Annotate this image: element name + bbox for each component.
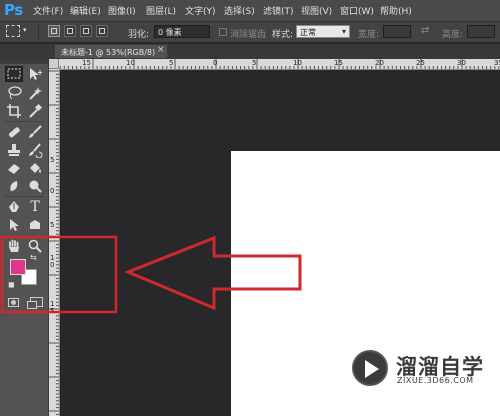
ruler-label: 1 5 bbox=[50, 300, 55, 315]
dodge-icon[interactable] bbox=[26, 178, 44, 194]
height-input[interactable] bbox=[467, 25, 495, 38]
menu-layer[interactable]: 图层(L) bbox=[146, 4, 176, 17]
shape-icon[interactable] bbox=[26, 217, 44, 233]
swap-dimensions-icon[interactable]: ⇄ bbox=[421, 25, 429, 36]
rect-marquee-preset-icon[interactable] bbox=[6, 25, 20, 37]
ruler-label: 25 bbox=[416, 59, 425, 67]
ruler-label: 5 bbox=[169, 59, 174, 67]
default-colors-icon[interactable]: ◼ bbox=[8, 280, 15, 289]
menu-help[interactable]: 帮助(H) bbox=[380, 4, 412, 17]
lasso-icon[interactable] bbox=[5, 85, 23, 101]
ruler-label: 5 bbox=[50, 156, 55, 164]
history-brush-icon[interactable] bbox=[26, 142, 44, 159]
antialias-label: 消除锯齿 bbox=[230, 30, 267, 40]
menu-bar: Ps 文件(F) 编辑(E) 图像(I) 图层(L) 文字(Y) 选择(S) 滤… bbox=[0, 0, 500, 22]
menu-type[interactable]: 文字(Y) bbox=[185, 4, 216, 17]
width-label: 宽度: bbox=[358, 30, 380, 40]
eyedropper-icon[interactable] bbox=[26, 103, 44, 119]
hand-icon[interactable] bbox=[5, 238, 23, 254]
blur-icon[interactable] bbox=[5, 178, 23, 194]
add-selection-button[interactable] bbox=[64, 25, 76, 37]
healing-brush-icon[interactable] bbox=[5, 124, 23, 140]
ruler-label: 5 bbox=[252, 59, 257, 67]
ruler-label: 1 0 bbox=[50, 254, 55, 269]
height-label: 高度: bbox=[442, 30, 464, 40]
quick-mask-icon[interactable] bbox=[8, 298, 19, 307]
style-label: 样式: bbox=[272, 30, 294, 40]
move-icon[interactable] bbox=[26, 66, 44, 82]
ruler-label: 0 bbox=[213, 59, 218, 67]
pen-icon[interactable] bbox=[5, 199, 23, 215]
menu-select[interactable]: 选择(S) bbox=[224, 4, 255, 17]
ruler-vertical[interactable]: 5 0 5 1 0 1 5 bbox=[49, 69, 60, 416]
ruler-label: 10 bbox=[293, 59, 302, 67]
crop-icon[interactable] bbox=[5, 103, 23, 119]
watermark-url: ZIXUE.3D66.COM bbox=[397, 376, 474, 385]
new-selection-button[interactable] bbox=[48, 25, 60, 37]
menu-view[interactable]: 视图(V) bbox=[301, 4, 332, 17]
options-bar: ▾ 羽化: 0 像素 消除锯齿 样式: 正常 宽度: ⇄ 高度: bbox=[0, 22, 500, 43]
width-input[interactable] bbox=[383, 25, 411, 38]
magic-wand-icon[interactable] bbox=[26, 85, 44, 101]
watermark-play-icon bbox=[352, 350, 388, 386]
marquee-icon[interactable] bbox=[5, 66, 23, 82]
foreground-color-swatch[interactable] bbox=[10, 259, 26, 275]
menu-image[interactable]: 图像(I) bbox=[108, 4, 136, 17]
photoshop-logo: Ps bbox=[4, 1, 23, 19]
ruler-origin[interactable] bbox=[49, 59, 59, 69]
eraser-icon[interactable] bbox=[5, 160, 23, 176]
document-tab[interactable]: 未标题-1 @ 53%(RGB/8) bbox=[54, 44, 168, 58]
feather-input[interactable]: 0 像素 bbox=[154, 25, 210, 38]
path-selection-icon[interactable] bbox=[5, 217, 23, 233]
ruler-label: 15 bbox=[82, 59, 91, 67]
clone-stamp-icon[interactable] bbox=[5, 142, 23, 158]
menu-window[interactable]: 窗口(W) bbox=[340, 4, 374, 17]
menu-filter[interactable]: 滤镜(T) bbox=[263, 4, 294, 17]
brush-icon[interactable] bbox=[26, 124, 44, 140]
ruler-label: 15 bbox=[334, 59, 343, 67]
subtract-selection-button[interactable] bbox=[80, 25, 92, 37]
ruler-label: 5 bbox=[50, 221, 55, 229]
style-select[interactable]: 正常 bbox=[296, 25, 350, 38]
screen-mode-icon[interactable] bbox=[27, 297, 43, 309]
type-icon[interactable]: T bbox=[26, 199, 44, 215]
feather-label: 羽化: bbox=[128, 30, 150, 40]
menu-edit[interactable]: 编辑(E) bbox=[70, 4, 101, 17]
paint-bucket-icon[interactable] bbox=[26, 160, 44, 176]
antialias-checkbox[interactable] bbox=[219, 28, 227, 36]
close-icon[interactable]: × bbox=[157, 45, 165, 55]
ruler-horizontal[interactable]: 15 10 5 0 5 10 15 20 25 30 35 bbox=[49, 59, 500, 70]
ruler-label: 35 bbox=[494, 59, 500, 67]
toolbox-grip[interactable] bbox=[0, 59, 48, 64]
zoom-icon[interactable] bbox=[26, 238, 44, 254]
swap-colors-icon[interactable]: ⇆ bbox=[30, 253, 37, 262]
menu-file[interactable]: 文件(F) bbox=[33, 4, 63, 17]
ruler-label: 10 bbox=[126, 59, 135, 67]
preset-dropdown-icon[interactable]: ▾ bbox=[23, 26, 27, 34]
ruler-label: 30 bbox=[457, 59, 466, 67]
intersect-selection-button[interactable] bbox=[96, 25, 108, 37]
ruler-label: 20 bbox=[375, 59, 384, 67]
ruler-label: 0 bbox=[50, 187, 55, 195]
